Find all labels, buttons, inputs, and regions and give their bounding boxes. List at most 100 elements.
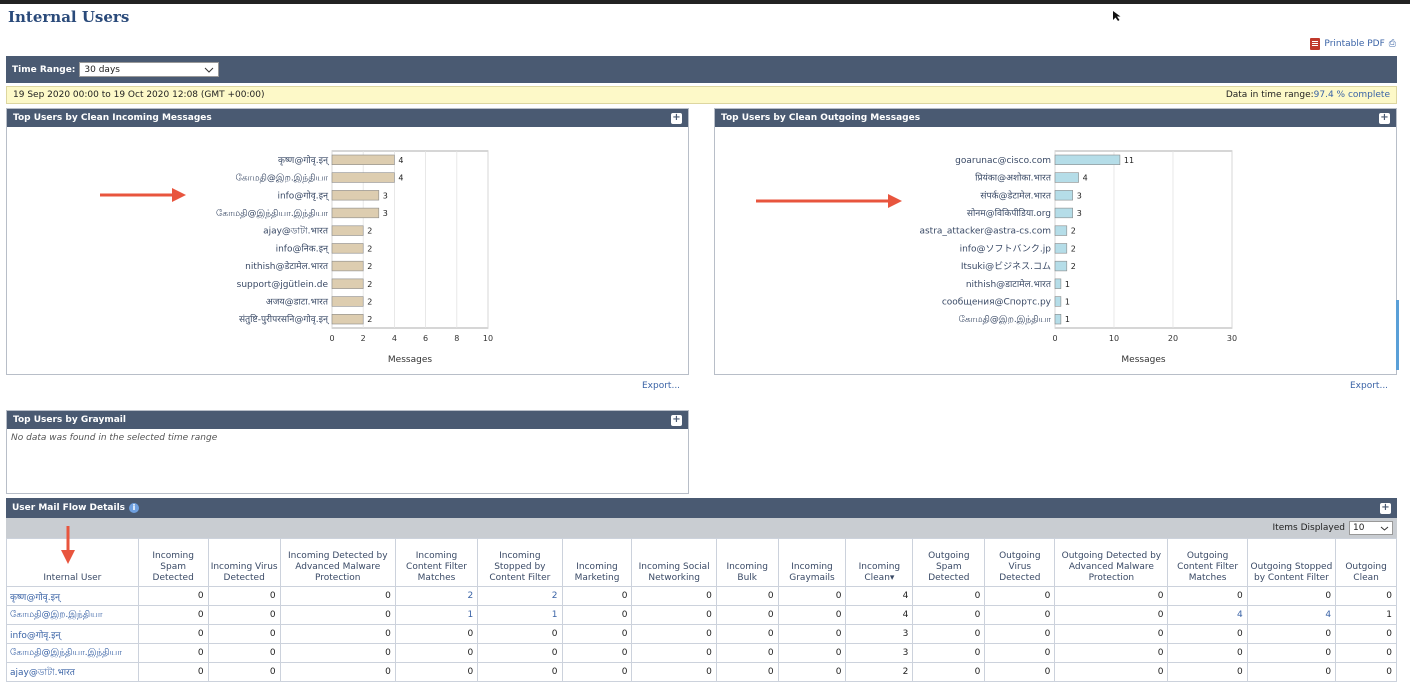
table-cell: 0	[561, 586, 633, 606]
outgoing-panel-header: Top Users by Clean Outgoing Messages +	[715, 109, 1396, 127]
incoming-category-label: संतुष्टि-पुरीपरसनि@गोवृ.इन्	[239, 313, 330, 325]
annotation-arrow	[756, 194, 902, 208]
table-row: ajay@ডাটা.भारत 0 0 0 0 0 0 0 0 0 2 0 0 0 0 0 0	[6, 662, 1397, 682]
incoming-panel-title: Top Users by Clean Incoming Messages	[13, 113, 212, 123]
incoming-panel-header: Top Users by Clean Incoming Messages +	[7, 109, 688, 127]
table-cell: 0	[1335, 624, 1397, 644]
outgoing-export-link[interactable]: Export...	[1350, 381, 1388, 391]
table-cell: 0	[912, 643, 986, 663]
table-cell: 0	[1335, 586, 1397, 606]
table-cell: 0	[561, 624, 633, 644]
column-header[interactable]: Incoming Social Networking	[631, 538, 717, 587]
column-header[interactable]: Outgoing Clean	[1335, 538, 1397, 587]
annotation-arrow	[100, 188, 186, 202]
table-row: கோமதி@இந்தியா.இந்தியா 0 0 0 0 0 0 0 0 0 3 0 0 0 0 0 0	[6, 643, 1397, 663]
incoming-x-tick-label: 8	[454, 334, 459, 343]
outgoing-value-label: 2	[1071, 244, 1076, 253]
user-link[interactable]: கோமதி@இந்தியா.இந்தியா	[6, 643, 139, 663]
scroll-indicator[interactable]	[1396, 300, 1399, 370]
completion-value: 97.4 % complete	[1313, 90, 1390, 100]
outgoing-x-tick-label: 20	[1168, 334, 1178, 343]
outgoing-x-tick-label: 0	[1052, 334, 1057, 343]
user-link[interactable]: ajay@ডাটা.भारत	[6, 662, 139, 682]
incoming-x-tick-label: 2	[361, 334, 366, 343]
column-header[interactable]: Outgoing Detected by Advanced Malware Pr…	[1054, 538, 1169, 587]
completion-status: Data in time range:97.4 % complete	[1226, 90, 1390, 100]
expand-icon[interactable]: +	[671, 112, 682, 124]
column-header[interactable]: Incoming Clean▾	[845, 538, 914, 587]
table-cell: 2	[845, 662, 914, 682]
table-cell: 0	[477, 662, 563, 682]
incoming-bar	[331, 260, 364, 272]
time-range-bar: Time Range: 30 days	[6, 56, 1397, 83]
incoming-x-tick-label: 10	[483, 334, 493, 343]
incoming-bar	[331, 225, 364, 236]
column-header[interactable]: Incoming Stopped by Content Filter	[477, 538, 563, 587]
table-cell: 0	[1246, 643, 1337, 663]
outgoing-category-label: info@ソフトバンク.jp	[960, 243, 1052, 254]
column-header[interactable]: Incoming Marketing	[561, 538, 633, 587]
table-cell: 0	[1167, 624, 1248, 644]
incoming-bar	[331, 190, 380, 201]
outgoing-bar	[1054, 278, 1062, 289]
table-cell: 0	[1246, 586, 1337, 606]
outgoing-x-axis-label: Messages	[1121, 355, 1165, 365]
column-header[interactable]: Incoming Content Filter Matches	[394, 538, 479, 587]
column-header[interactable]: Outgoing Content Filter Matches	[1167, 538, 1248, 587]
outgoing-value-label: 2	[1071, 262, 1076, 271]
mouse-cursor-icon	[1113, 11, 1121, 21]
incoming-bar	[331, 278, 364, 289]
details-table-wrap: Internal User Incoming Spam Detected Incom…	[6, 538, 1397, 691]
incoming-bar	[331, 172, 395, 183]
column-header[interactable]: Incoming Bulk	[715, 538, 779, 587]
incoming-value-label: 2	[367, 280, 372, 289]
incoming-value-label: 2	[367, 297, 372, 306]
table-row: கோமதி@இற.இந்தியா 0 0 0 1 1 0 0 0 0 4 0 0 0 4 4 1	[6, 605, 1397, 625]
outgoing-panel-title: Top Users by Clean Outgoing Messages	[721, 113, 921, 123]
outgoing-bar-chart: 0 10 20 30goarunac@cisco.com 11प्रियंका@अशोक…	[919, 150, 1237, 365]
user-link[interactable]: कृष्ण@गोवृ.इन्	[6, 586, 139, 606]
table-cell: 0	[1054, 624, 1169, 644]
page-title: Internal Users	[8, 8, 130, 26]
table-cell: 0	[777, 624, 847, 644]
column-header[interactable]: Outgoing Virus Detected	[984, 538, 1056, 587]
table-cell: 0	[984, 624, 1056, 644]
user-link[interactable]: info@गोवृ.इन्	[6, 624, 139, 644]
items-displayed-select[interactable]: 10	[1349, 521, 1393, 535]
table-cell: 0	[777, 605, 847, 625]
printable-pdf-link[interactable]: Printable PDF ⎙	[1310, 38, 1396, 50]
column-header[interactable]: Incoming Detected by Advanced Malware Pr…	[279, 538, 396, 587]
table-cell: 0	[561, 643, 633, 663]
outgoing-category-label: Itsuki@ビジネス.コム	[961, 261, 1051, 272]
table-cell: 0	[279, 605, 396, 625]
outgoing-category-label: goarunac@cisco.com	[955, 156, 1051, 166]
expand-icon[interactable]: +	[1379, 112, 1390, 124]
expand-icon[interactable]: +	[671, 414, 682, 426]
column-header[interactable]: Incoming Graymails	[777, 538, 847, 587]
table-cell: 0	[137, 624, 209, 644]
column-header[interactable]: Outgoing Stopped by Content Filter	[1246, 538, 1337, 587]
table-cell: 1	[1335, 605, 1397, 625]
column-header[interactable]: Incoming Virus Detected	[207, 538, 281, 587]
info-icon[interactable]: i	[129, 503, 140, 513]
time-range-select[interactable]: 30 days	[79, 62, 220, 77]
incoming-category-label: कृष्ण@गोवृ.इन्	[278, 154, 330, 166]
column-header[interactable]: Outgoing Spam Detected	[912, 538, 986, 587]
incoming-x-tick-label: 0	[329, 334, 334, 343]
expand-icon[interactable]: +	[1380, 502, 1391, 514]
time-range-period: 19 Sep 2020 00:00 to 19 Oct 2020 12:08 (…	[13, 90, 265, 100]
user-link[interactable]: கோமதி@இற.இந்தியா	[6, 605, 139, 625]
time-range-label: Time Range:	[12, 64, 76, 75]
incoming-export-link[interactable]: Export...	[642, 381, 680, 391]
column-header[interactable]: Incoming Spam Detected	[137, 538, 209, 587]
incoming-category-label: अजय@डाटा.भारत	[266, 297, 329, 307]
table-cell: 0	[279, 662, 396, 682]
table-cell: 0	[984, 605, 1056, 625]
table-cell: 0	[715, 643, 779, 663]
incoming-value-label: 2	[367, 315, 372, 324]
chevron-down-icon	[205, 67, 214, 73]
table-cell: 0	[394, 643, 479, 663]
printable-pdf-label: Printable PDF	[1324, 39, 1385, 49]
table-cell: 0	[777, 662, 847, 682]
user-mail-flow-table: Internal User Incoming Spam Detected Incom…	[6, 538, 1397, 682]
